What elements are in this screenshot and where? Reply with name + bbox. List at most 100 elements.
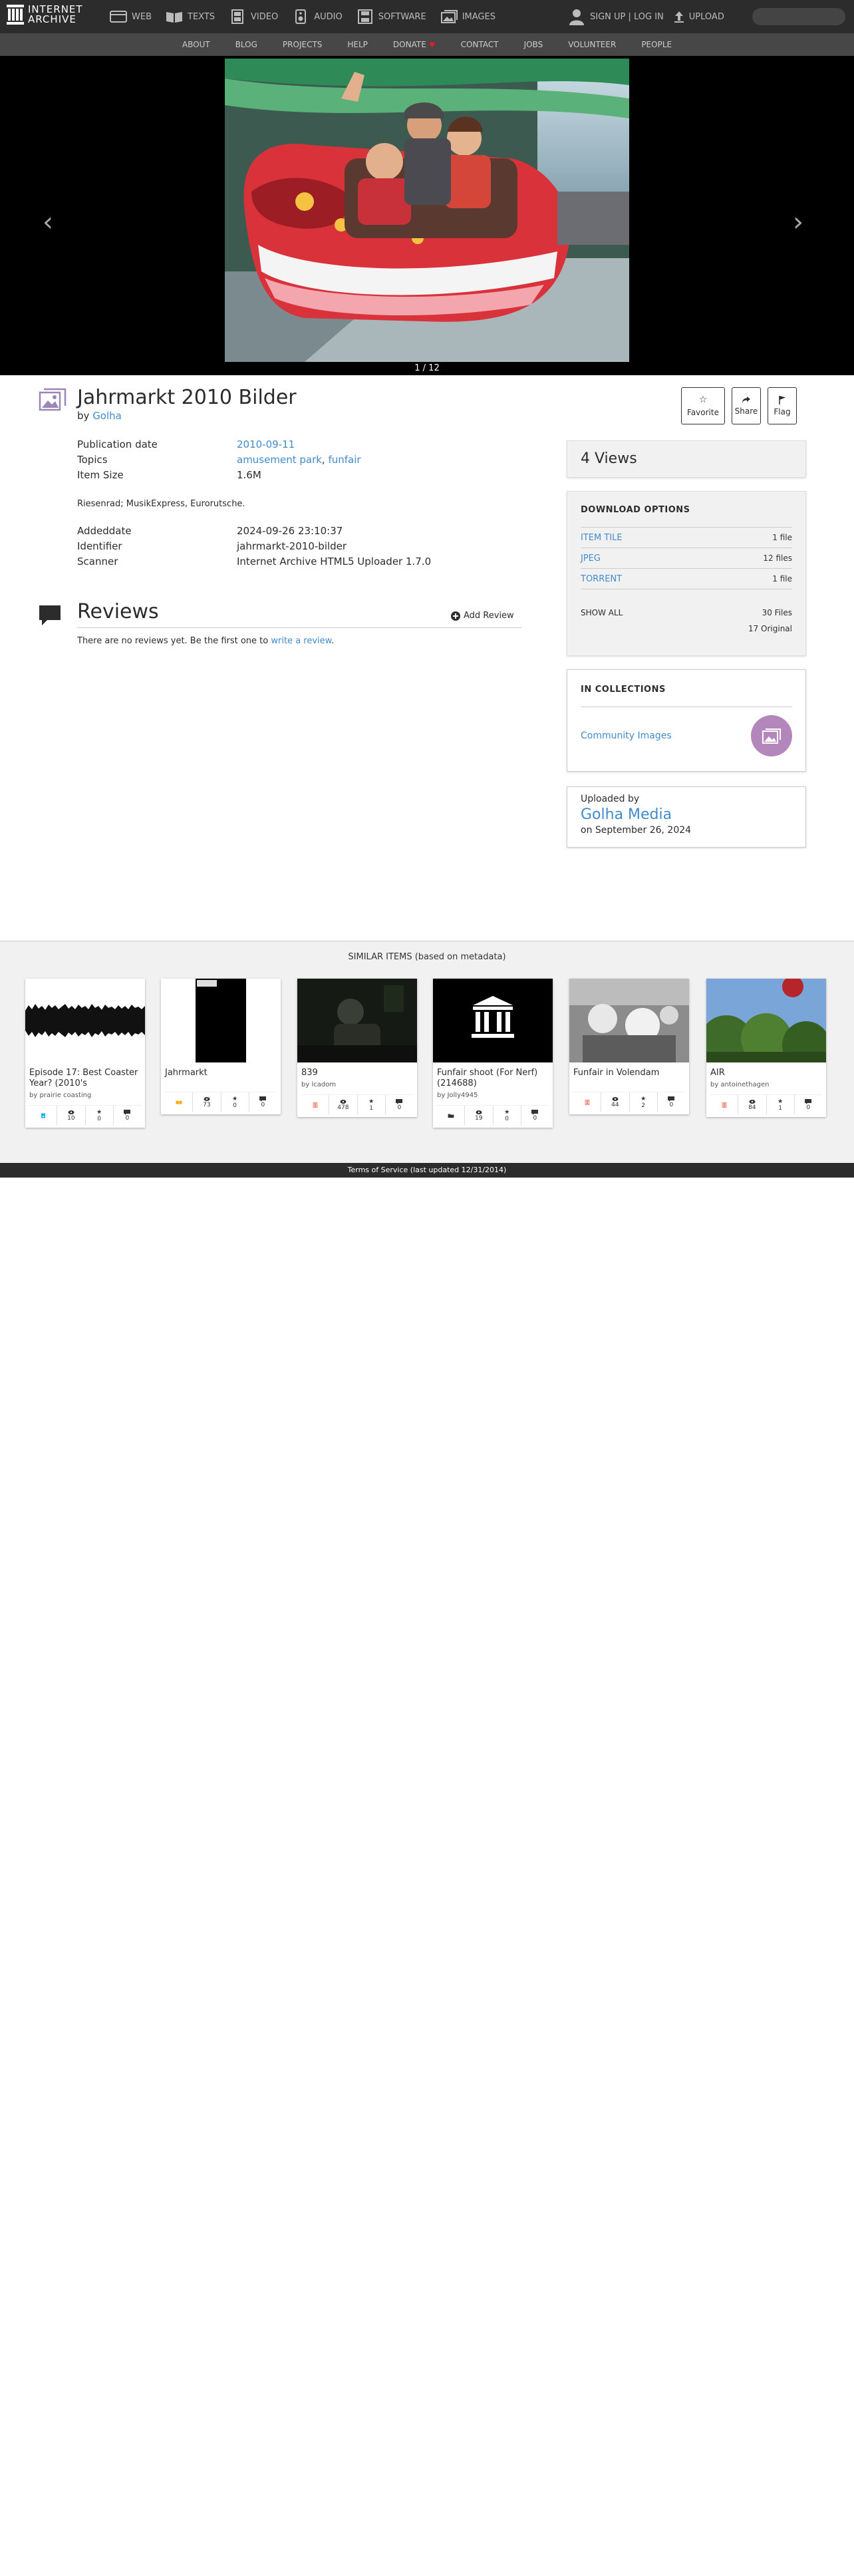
comment-icon xyxy=(396,1098,403,1104)
item-byline: by Golha xyxy=(77,410,122,422)
subnav-blog[interactable]: BLOG xyxy=(235,40,257,49)
subnav-donate[interactable]: DONATE ♥ xyxy=(393,40,436,49)
flag-button[interactable]: Flag xyxy=(768,387,797,424)
movies-mediatype-icon xyxy=(722,1102,726,1108)
collection-thumbnail[interactable] xyxy=(751,715,792,756)
signup-login-link[interactable]: SIGN UP | LOG IN xyxy=(590,12,664,22)
prev-image-arrow[interactable]: ‹ xyxy=(43,209,53,236)
subnav-people[interactable]: PEOPLE xyxy=(641,40,672,49)
nav-video[interactable]: VIDEO xyxy=(228,7,278,27)
original-files: 17 Original xyxy=(748,624,792,633)
nav-texts[interactable]: TEXTS xyxy=(165,7,215,27)
main-photo[interactable] xyxy=(225,59,629,362)
reviews-heading: Reviews xyxy=(77,600,159,623)
archive-building-icon xyxy=(7,5,24,25)
comment-icon xyxy=(259,1096,267,1102)
item-metadata: Publication date 2010-09-11 Topics amuse… xyxy=(77,438,361,481)
reviews-divider xyxy=(77,627,521,628)
upload-button[interactable]: UPLOAD xyxy=(673,10,724,23)
nav-software[interactable]: SOFTWARE xyxy=(356,7,426,27)
creator-link[interactable]: Golha xyxy=(92,410,122,422)
comment-icon xyxy=(668,1096,675,1102)
similar-tile[interactable]: AIR by antoinethagen 84 ★ 1 0 xyxy=(706,979,826,1117)
eye-icon xyxy=(612,1096,619,1101)
show-all-link[interactable]: SHOW ALL xyxy=(581,608,623,617)
similar-tile[interactable]: 839 by lcadom 478 ★ 1 0 xyxy=(297,979,417,1117)
footer-terms-link[interactable]: Terms of Service (last updated 12/31/201… xyxy=(0,1163,854,1178)
subnav-help[interactable]: HELP xyxy=(347,40,368,49)
tile-creator: by prairie coasting xyxy=(29,1092,92,1099)
nav-images[interactable]: IMAGES xyxy=(440,7,496,27)
user-icon xyxy=(569,9,584,25)
share-button[interactable]: Share xyxy=(732,387,761,424)
comment-icon xyxy=(531,1109,539,1115)
star-icon: ★ xyxy=(96,1108,102,1116)
images-icon xyxy=(762,728,781,744)
tile-thumbnail xyxy=(25,979,145,1062)
subnav-contact[interactable]: CONTACT xyxy=(461,40,499,49)
star-icon: ★ xyxy=(368,1098,374,1105)
tile-thumbnail xyxy=(706,979,826,1062)
item-metadata-extra: Addeddate 2024-09-26 23:10:37 Identifier… xyxy=(77,524,432,567)
favorite-button[interactable]: ☆ Favorite xyxy=(681,387,725,424)
item-title: Jahrmarkt 2010 Bilder xyxy=(77,386,297,409)
mediatype-nav: WEB TEXTS VIDEO AUDIO SOFTWARE IMAGES xyxy=(109,7,496,27)
topic-link-amusement-park[interactable]: amusement park xyxy=(237,454,322,466)
folder-icon xyxy=(448,1114,454,1118)
collection-link-community-images[interactable]: Community Images xyxy=(581,730,672,741)
download-item-tile-link[interactable]: ITEM TILE xyxy=(581,533,623,543)
download-options: DOWNLOAD OPTIONS ITEM TILE 1 file JPEG 1… xyxy=(567,491,806,656)
views-count: 4 Views xyxy=(581,450,637,467)
image-page-count: 1 / 12 xyxy=(414,363,440,373)
tile-thumbnail xyxy=(161,979,281,1062)
film-icon xyxy=(231,9,244,24)
tile-thumbnail xyxy=(297,979,417,1062)
download-jpeg-link[interactable]: JPEG xyxy=(581,554,601,564)
write-review-link[interactable]: write a review xyxy=(271,636,331,646)
star-icon: ★ xyxy=(504,1108,510,1116)
images-icon xyxy=(440,10,458,23)
subnav-projects[interactable]: PROJECTS xyxy=(283,40,322,49)
sub-nav: ABOUT BLOG PROJECTS HELP DONATE ♥ CONTACT… xyxy=(0,33,854,56)
tile-title: AIR xyxy=(710,1068,725,1078)
nav-web[interactable]: WEB xyxy=(109,7,152,27)
share-icon xyxy=(742,397,750,403)
movies-mediatype-icon xyxy=(313,1102,317,1108)
similar-tile[interactable]: Funfair shoot (For Nerf) (214688) by Jol… xyxy=(433,979,553,1128)
similar-tile[interactable]: Jahrmarkt 73 ★ 0 0 xyxy=(161,979,281,1114)
tile-title: Episode 17: Best Coaster Year? (2010's xyxy=(29,1068,138,1088)
pubdate-link[interactable]: 2010-09-11 xyxy=(237,438,295,450)
download-row: ITEM TILE 1 file xyxy=(581,528,792,548)
logo-line2: ARCHIVE xyxy=(28,13,76,25)
no-reviews-text: There are no reviews yet. Be the first o… xyxy=(77,636,335,646)
download-heading: DOWNLOAD OPTIONS xyxy=(581,505,690,515)
subnav-jobs[interactable]: JOBS xyxy=(524,40,543,49)
comment-icon xyxy=(805,1098,812,1104)
book-icon xyxy=(166,12,182,23)
uploaded-by-label: Uploaded by xyxy=(581,794,640,804)
next-image-arrow[interactable]: › xyxy=(793,209,803,236)
search-input[interactable] xyxy=(752,8,845,25)
archive-building-icon xyxy=(433,979,553,1062)
waveform-thumbnail xyxy=(25,979,145,1062)
subnav-volunteer[interactable]: VOLUNTEER xyxy=(568,40,616,49)
add-review-button[interactable]: Add Review xyxy=(451,611,514,621)
ia-logo[interactable]: INTERNET ARCHIVE xyxy=(7,5,83,25)
similar-tile[interactable]: Funfair in Volendam 44 ★ 2 0 xyxy=(569,979,689,1114)
nav-audio[interactable]: AUDIO xyxy=(291,7,343,27)
star-icon: ★ xyxy=(232,1095,238,1102)
web-icon xyxy=(110,11,127,23)
subnav-about[interactable]: ABOUT xyxy=(182,40,210,49)
tile-title: Funfair shoot (For Nerf) (214688) xyxy=(437,1068,538,1088)
uploader-link[interactable]: Golha Media xyxy=(581,806,792,823)
heart-icon: ♥ xyxy=(428,41,436,49)
similar-tile[interactable]: Episode 17: Best Coaster Year? (2010's b… xyxy=(25,979,145,1128)
star-icon: ☆ xyxy=(698,395,708,405)
eye-icon xyxy=(204,1096,210,1101)
comment-icon xyxy=(124,1109,131,1115)
tile-thumbnail xyxy=(433,979,553,1062)
topic-link-funfair[interactable]: funfair xyxy=(328,454,360,466)
similar-items-heading: SIMILAR ITEMS (based on metadata) xyxy=(348,952,506,962)
upload-icon xyxy=(674,11,684,23)
download-torrent-link[interactable]: TORRENT xyxy=(581,574,622,584)
